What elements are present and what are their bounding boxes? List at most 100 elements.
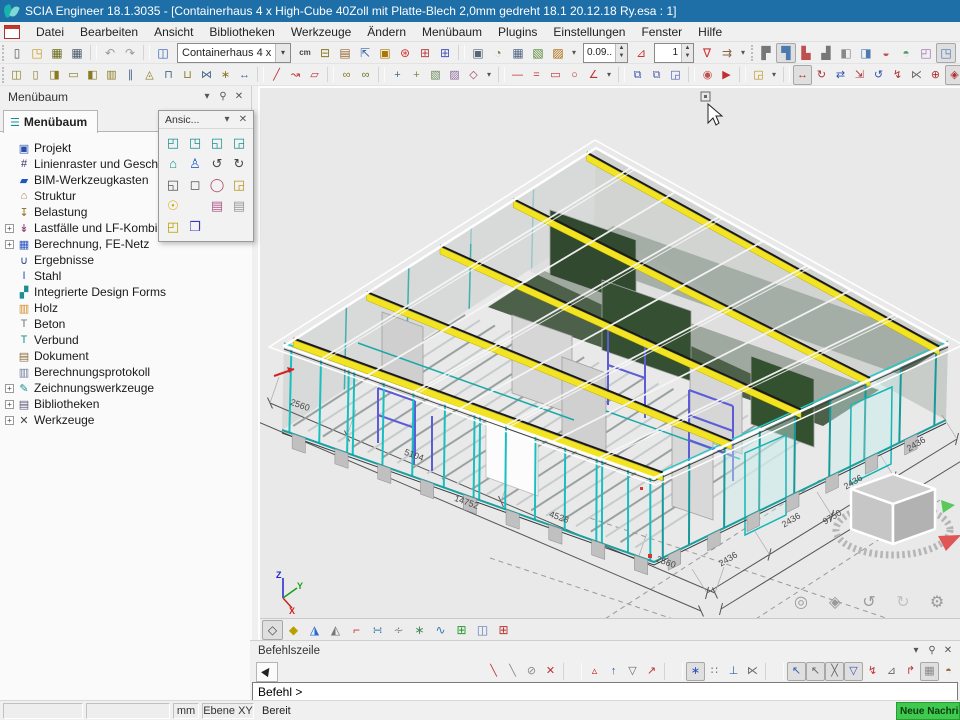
select-add-icon[interactable]: +: [388, 65, 407, 85]
separator[interactable]: [688, 66, 695, 83]
axonometry-icon[interactable]: ◮: [304, 620, 325, 640]
light-icon[interactable]: ☉: [162, 195, 184, 216]
view-flag-wireframe-icon[interactable]: ▛: [756, 43, 776, 63]
expander-icon[interactable]: [5, 256, 14, 265]
snap-point-icon[interactable]: ▵: [585, 662, 604, 681]
menu-einstellungen[interactable]: Einstellungen: [545, 22, 633, 42]
separator[interactable]: [378, 66, 385, 83]
isometry-icon[interactable]: ◭: [325, 620, 346, 640]
snap-up-icon[interactable]: ↑: [604, 662, 623, 681]
separator[interactable]: [563, 662, 582, 681]
undo-icon[interactable]: ↶: [100, 43, 120, 63]
wall-icon[interactable]: ◧: [83, 65, 102, 85]
rotate-icon[interactable]: ↻: [812, 65, 831, 85]
scale-icon[interactable]: ⇲: [850, 65, 869, 85]
break-icon[interactable]: ↯: [888, 65, 907, 85]
filter-icon[interactable]: ∇: [697, 43, 717, 63]
paper-space-icon[interactable]: ◫: [472, 620, 493, 640]
move-icon[interactable]: ↔: [793, 65, 812, 85]
rotate-right-icon[interactable]: ↻: [228, 153, 250, 174]
select-filter-icon[interactable]: ▨: [445, 65, 464, 85]
expander-icon[interactable]: [5, 208, 14, 217]
haunch-icon[interactable]: ◬: [140, 65, 159, 85]
status-plane[interactable]: Ebene XY: [202, 703, 254, 719]
collapse-icon[interactable]: ▾: [908, 643, 924, 659]
snap-extension-icon[interactable]: ↱: [901, 662, 920, 681]
cross-link-icon[interactable]: ⊓: [159, 65, 178, 85]
expander-icon[interactable]: [5, 320, 14, 329]
view-x-icon[interactable]: ◰: [162, 132, 184, 153]
snap-raster-icon[interactable]: ▦: [920, 662, 939, 681]
clipping-box-icon[interactable]: ◰: [162, 216, 184, 237]
view-flag-labels-icon[interactable]: ◒: [876, 43, 896, 63]
separator[interactable]: [327, 66, 334, 83]
model-3d-view[interactable]: [260, 88, 960, 640]
tree-item-beton[interactable]: Τ Beton: [0, 316, 252, 332]
expander-icon[interactable]: [5, 192, 14, 201]
mirror-icon[interactable]: ⇄: [831, 65, 850, 85]
separator[interactable]: [257, 66, 264, 83]
menu-ansicht[interactable]: Ansicht: [146, 22, 201, 42]
gallery-icon[interactable]: ▧: [528, 43, 548, 63]
close-icon[interactable]: ✕: [940, 643, 956, 659]
paste-icon[interactable]: ⧉: [647, 65, 666, 85]
expander-icon[interactable]: +: [5, 224, 14, 233]
menu-menuebaum[interactable]: Menübaum: [414, 22, 490, 42]
more-icon[interactable]: ▾: [768, 65, 780, 85]
snap-cancel-icon[interactable]: ✕: [541, 662, 560, 681]
viewcube-tool-icon[interactable]: ◈: [824, 592, 846, 614]
pin-icon[interactable]: ⚲: [215, 89, 231, 105]
curve-icon[interactable]: ↝: [286, 65, 305, 85]
menu-bearbeiten[interactable]: Bearbeiten: [72, 22, 146, 42]
toolbar-grip[interactable]: [2, 67, 4, 83]
tree-item-berechnungsprotokoll[interactable]: ▥ Berechnungsprotokoll: [0, 364, 252, 380]
tree-item-bibliotheken[interactable]: + ▤ Bibliotheken: [0, 396, 252, 412]
view-rendered-icon[interactable]: ◆: [283, 620, 304, 640]
expander-icon[interactable]: +: [5, 400, 14, 409]
view-direction-icon[interactable]: ⌐: [346, 620, 367, 640]
snap-ortho-icon[interactable]: ↯: [863, 662, 882, 681]
view-flag-axes-icon[interactable]: ◰: [916, 43, 936, 63]
view-flag-rendered-icon[interactable]: ▜: [776, 43, 796, 63]
collapse-icon[interactable]: ▾: [219, 112, 235, 128]
snap-midpoint-icon[interactable]: ↖: [806, 662, 825, 681]
expander-icon[interactable]: [5, 160, 14, 169]
tree-item-integrierte-design-forms[interactable]: ▞ Integrierte Design Forms: [0, 284, 252, 300]
snap-none-icon[interactable]: ⊘: [522, 662, 541, 681]
expander-icon[interactable]: +: [5, 240, 14, 249]
table-input-icon[interactable]: ⊞: [415, 43, 435, 63]
dimension-lines-icon[interactable]: ∺: [367, 620, 388, 640]
snap-nearest-icon[interactable]: ▽: [844, 662, 863, 681]
internal-node-icon[interactable]: ∗: [216, 65, 235, 85]
expander-icon[interactable]: +: [5, 416, 14, 425]
menu-werkzeuge[interactable]: Werkzeuge: [283, 22, 359, 42]
more-icon[interactable]: ▾: [568, 43, 580, 63]
expander-icon[interactable]: [5, 288, 14, 297]
menu-bibliotheken[interactable]: Bibliotheken: [201, 22, 282, 42]
store-view-icon[interactable]: ◲: [228, 174, 250, 195]
node-icon[interactable]: ◫: [7, 65, 26, 85]
angle-icon[interactable]: ∠: [584, 65, 603, 85]
separator[interactable]: [143, 44, 150, 61]
toolbar-grip[interactable]: [751, 45, 753, 61]
toolbar-grip[interactable]: [2, 45, 4, 61]
linked-node-icon[interactable]: ∞: [356, 65, 375, 85]
new-project-icon[interactable]: ▯: [7, 43, 27, 63]
document-window-icon[interactable]: [4, 25, 20, 39]
tree-item-stahl[interactable]: Ι Stahl: [0, 268, 252, 284]
table-edit-icon[interactable]: ⊞: [493, 620, 514, 640]
layers-icon[interactable]: ⊟: [315, 43, 335, 63]
plate-icon[interactable]: ▭: [64, 65, 83, 85]
command-input[interactable]: Befehl >: [252, 682, 958, 701]
beam-icon[interactable]: ▯: [26, 65, 45, 85]
zoom-selection-icon[interactable]: ◯: [206, 174, 228, 195]
multi-edit-icon[interactable]: ◈: [945, 65, 960, 85]
units-icon[interactable]: cm: [295, 43, 315, 63]
close-icon[interactable]: ✕: [235, 112, 251, 128]
new-message-button[interactable]: Neue Nachrichten: [896, 702, 960, 720]
section-icon[interactable]: ∿: [430, 620, 451, 640]
view-y-icon[interactable]: ◳: [184, 132, 206, 153]
esa-wheel-icon[interactable]: ⊛: [395, 43, 415, 63]
tab-menuebaum[interactable]: ☰ Menübaum: [3, 110, 98, 133]
dimension-off-icon[interactable]: ∻: [388, 620, 409, 640]
